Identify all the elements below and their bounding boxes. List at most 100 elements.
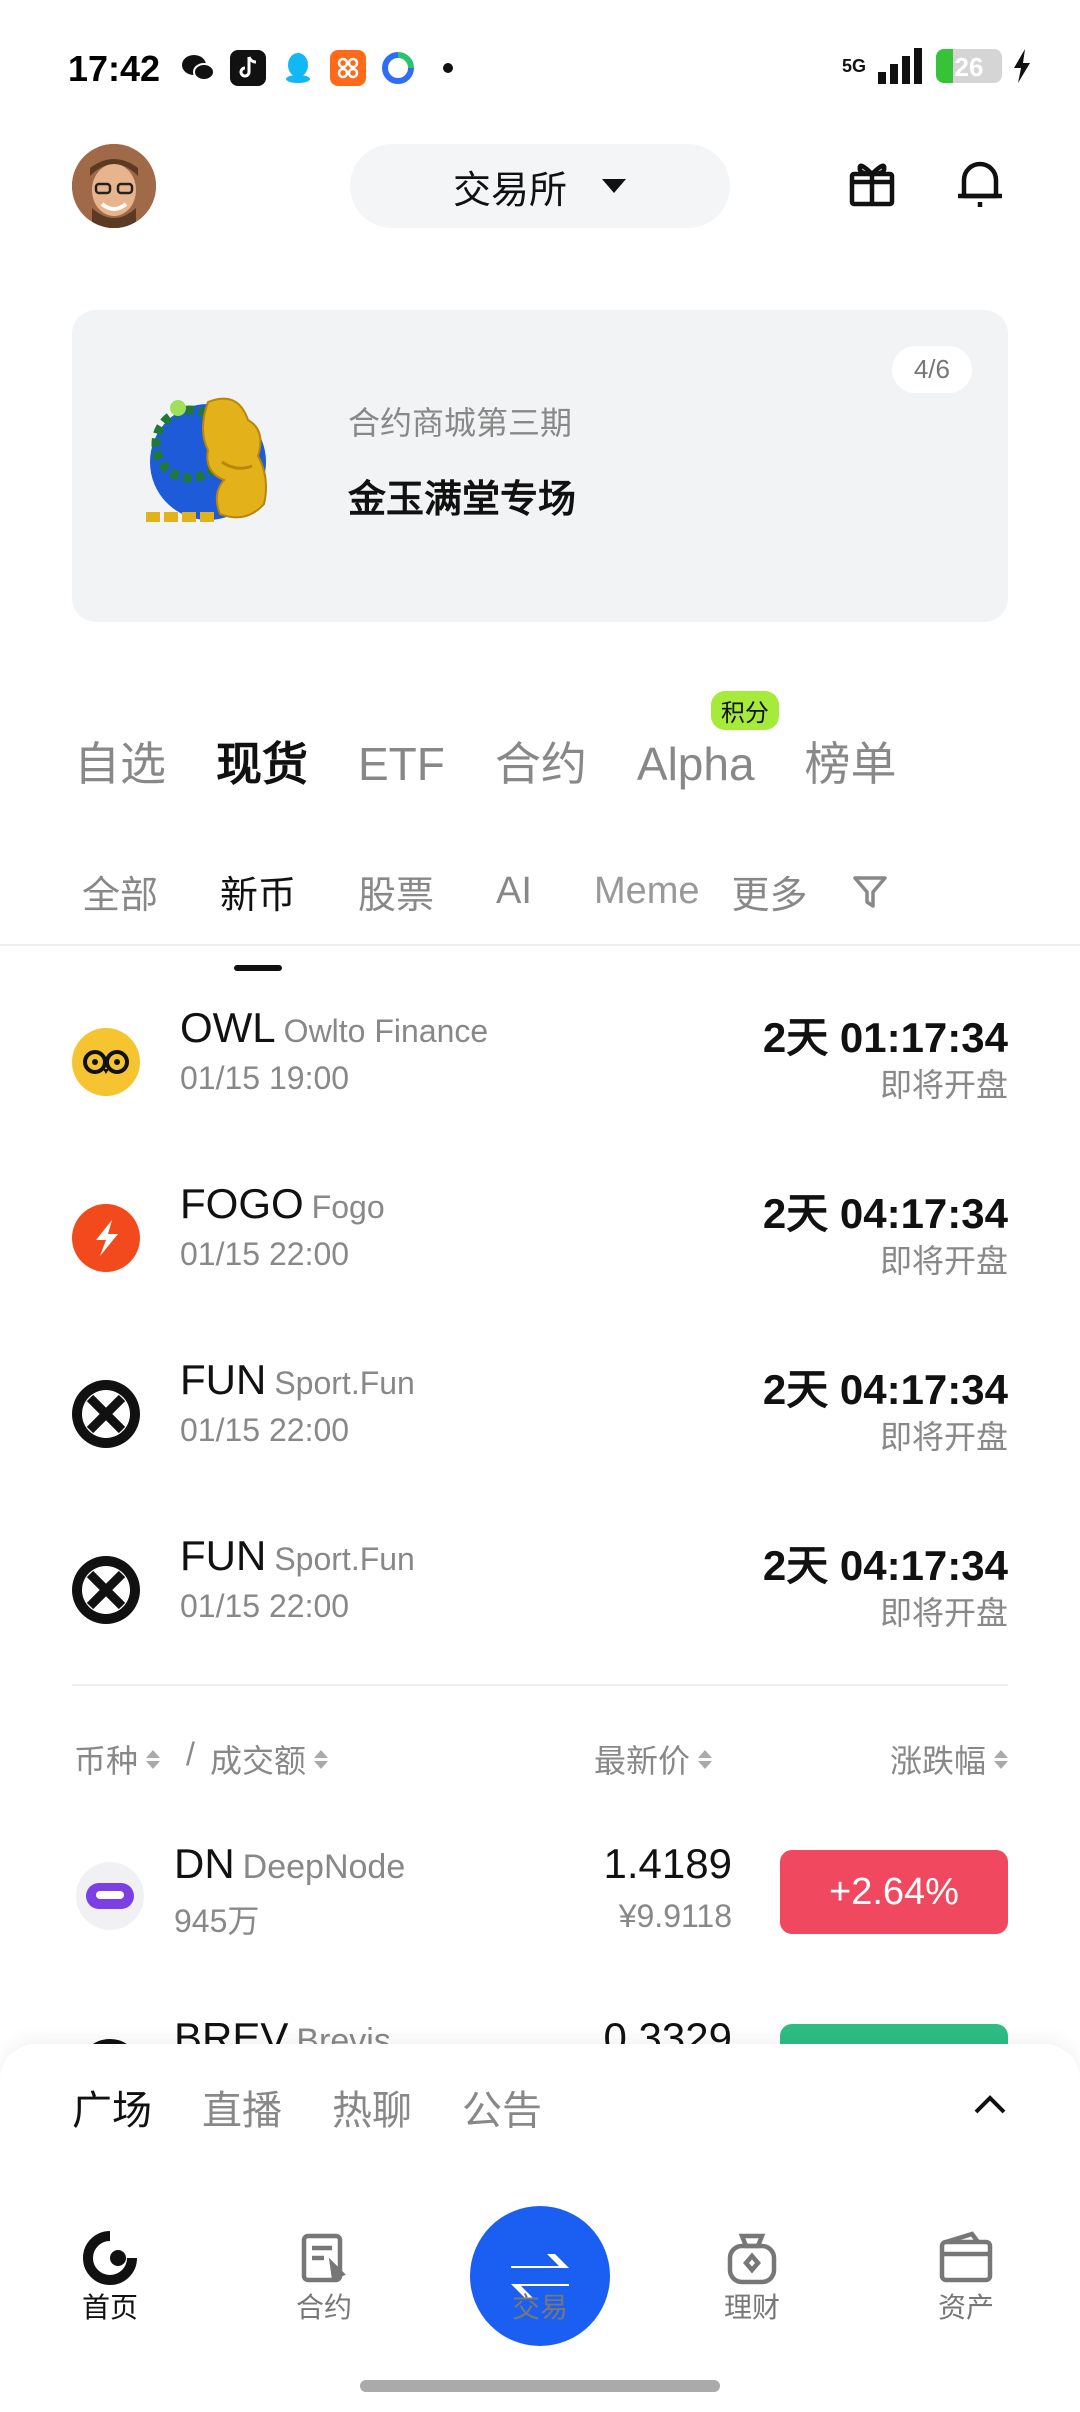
market-row[interactable]: DN DeepNode 945万 1.4189 ¥9.9118 +2.64% xyxy=(72,1840,1008,1960)
banner-subtitle: 合约商城第三期 xyxy=(348,405,573,441)
coin-full-name: Owlto Finance xyxy=(283,1013,489,1049)
countdown: 2天 04:17:34 xyxy=(762,1190,1008,1237)
home-icon xyxy=(80,2228,140,2288)
coin-name: FUN Sport.Fun xyxy=(180,1356,415,1404)
coin-volume: 945万 xyxy=(174,1903,260,1939)
caret-down-icon xyxy=(602,179,626,193)
subtab-meme[interactable]: Meme xyxy=(594,870,700,913)
nav-home-label: 首页 xyxy=(81,2292,138,2323)
new-coin-row[interactable]: OWL Owlto Finance 01/15 19:00 2天 01:17:3… xyxy=(72,1004,1008,1124)
avatar[interactable] xyxy=(72,144,156,228)
feed-tab-announcements[interactable]: 公告 xyxy=(462,2078,542,2136)
promo-banner[interactable]: 4/6 合约商城第三期 金玉满堂专场 xyxy=(72,310,1008,622)
feed-tab-hot-chat[interactable]: 热聊 xyxy=(332,2078,412,2136)
tiktok-icon xyxy=(230,50,266,86)
banner-page-indicator: 4/6 xyxy=(891,346,972,393)
network-label: 5G xyxy=(841,56,866,76)
sort-by-volume[interactable]: 成交额 xyxy=(210,1736,329,1782)
qq-icon xyxy=(280,50,316,86)
browser-icon xyxy=(380,50,416,86)
signal-icon xyxy=(878,48,922,84)
chevron-up-icon[interactable] xyxy=(972,2092,1008,2116)
subtab-ai[interactable]: AI xyxy=(496,870,532,913)
sort-icon xyxy=(314,1749,329,1769)
listing-date: 01/15 19:00 xyxy=(180,1060,350,1096)
coin-full-name: Sport.Fun xyxy=(274,1541,415,1577)
sort-by-change[interactable]: 涨跌幅 xyxy=(890,1736,1008,1782)
nav-finance-label: 理财 xyxy=(723,2292,780,2323)
sort-icon xyxy=(994,1749,1008,1769)
listing-status: 即将开盘 xyxy=(879,1595,1008,1631)
coin-name: DN DeepNode xyxy=(174,1840,405,1888)
feed-tab-square[interactable]: 广场 xyxy=(72,2078,152,2136)
coin-price-cny: ¥9.9118 xyxy=(618,1898,732,1934)
feed-tabs: 广场 直播 热聊 公告 xyxy=(72,2078,542,2136)
filter-icon[interactable] xyxy=(850,872,890,912)
countdown: 2天 04:17:34 xyxy=(762,1366,1008,1413)
coin-full-name: DeepNode xyxy=(242,1848,406,1886)
nav-assets-label: 资产 xyxy=(937,2292,994,2323)
subtab-all[interactable]: 全部 xyxy=(82,864,158,919)
wallet-icon xyxy=(936,2228,996,2288)
tab-alpha-label: Alpha xyxy=(636,738,755,790)
battery-text: 26 xyxy=(954,52,984,82)
dot-icon xyxy=(430,50,466,86)
tab-divider xyxy=(0,944,1080,946)
listing-status: 即将开盘 xyxy=(879,1067,1008,1103)
tab-spot[interactable]: 现货 xyxy=(216,728,308,794)
exchange-switcher[interactable]: 交易所 xyxy=(350,144,730,228)
change-column-label: 涨跌幅 xyxy=(889,1743,986,1779)
tab-alpha[interactable]: Alpha 积分 xyxy=(636,691,779,791)
feed-tab-live[interactable]: 直播 xyxy=(202,2078,282,2136)
volume-column-label: 成交额 xyxy=(210,1743,307,1779)
tab-watchlist[interactable]: 自选 xyxy=(74,728,166,794)
tab-futures[interactable]: 合约 xyxy=(495,728,587,794)
banner-title: 金玉满堂专场 xyxy=(348,479,577,521)
gold-horse-icon xyxy=(138,372,288,552)
new-coin-row[interactable]: FUN Sport.Fun 01/15 22:00 2天 04:17:34 即将… xyxy=(72,1356,1008,1476)
separator: / xyxy=(186,1736,195,1772)
listing-date: 01/15 22:00 xyxy=(180,1588,350,1624)
home-indicator[interactable] xyxy=(360,2380,720,2392)
main-tabs: 自选 现货 ETF 合约 Alpha 积分 榜单 xyxy=(74,691,897,794)
listing-status: 即将开盘 xyxy=(879,1243,1008,1279)
nav-contract-label: 合约 xyxy=(295,2292,352,2323)
active-tab-indicator xyxy=(234,965,283,971)
tab-etf[interactable]: ETF xyxy=(358,737,445,791)
bell-icon[interactable] xyxy=(950,152,1010,212)
subtab-more[interactable]: 更多 xyxy=(732,864,808,919)
listing-date: 01/15 22:00 xyxy=(180,1412,350,1448)
coin-symbol: FOGO xyxy=(180,1180,304,1227)
coin-price: 1.4189 xyxy=(603,1840,732,1887)
listing-status: 即将开盘 xyxy=(879,1419,1008,1455)
fogo-coin-icon xyxy=(72,1204,140,1272)
coin-name: FOGO Fogo xyxy=(180,1180,385,1228)
section-divider xyxy=(72,1684,1008,1686)
charging-icon xyxy=(1014,49,1030,83)
sportfun-coin-icon xyxy=(72,1556,140,1624)
coin-symbol: OWL xyxy=(180,1004,276,1051)
deepnode-coin-icon xyxy=(76,1862,144,1930)
finance-icon xyxy=(722,2228,782,2288)
status-time: 17:42 xyxy=(68,48,161,89)
tab-rankings[interactable]: 榜单 xyxy=(805,728,897,794)
status-right: 5G 26 xyxy=(842,48,1032,84)
gift-icon[interactable] xyxy=(842,152,902,212)
new-coin-row[interactable]: FOGO Fogo 01/15 22:00 2天 04:17:34 即将开盘 xyxy=(72,1180,1008,1300)
change-badge[interactable]: +2.64% xyxy=(780,1850,1008,1934)
coin-name: FUN Sport.Fun xyxy=(180,1532,415,1580)
price-column-label: 最新价 xyxy=(594,1743,691,1779)
switcher-label: 交易所 xyxy=(452,169,567,212)
coin-symbol: FUN xyxy=(180,1356,267,1403)
subtab-new-coins[interactable]: 新币 xyxy=(220,864,297,971)
sort-icon xyxy=(146,1749,161,1769)
sort-by-price[interactable]: 最新价 xyxy=(594,1736,713,1782)
listing-date: 01/15 22:00 xyxy=(180,1236,350,1272)
subtab-stocks[interactable]: 股票 xyxy=(358,864,434,919)
coin-full-name: Sport.Fun xyxy=(274,1365,415,1401)
bottom-nav: 首页 合约 交易 理财 资产 xyxy=(0,2156,1080,2376)
new-coin-row[interactable]: FUN Sport.Fun 01/15 22:00 2天 04:17:34 即将… xyxy=(72,1532,1008,1652)
subtab-new-coins-label: 新币 xyxy=(220,875,297,917)
sort-by-coin[interactable]: 币种 xyxy=(74,1736,161,1782)
sort-icon xyxy=(698,1749,713,1769)
